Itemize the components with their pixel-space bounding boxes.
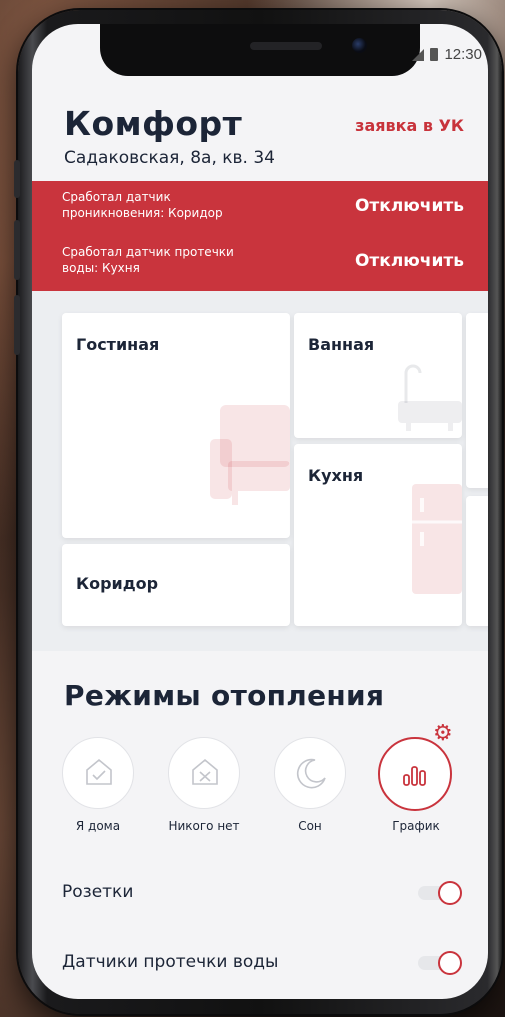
app-screen: 12:30 Комфорт Садаковская, 8а, кв. 34 за… <box>32 24 488 999</box>
volume-up-button <box>14 220 20 280</box>
toggle-knob <box>438 951 462 975</box>
room-tile-bath[interactable]: Ванная <box>294 313 462 438</box>
armchair-icon <box>210 405 290 505</box>
signal-icon <box>412 48 425 61</box>
alert-item: Сработал датчик протечки воды: Кухня Отк… <box>32 236 488 291</box>
disable-alert-button[interactable]: Отключить <box>355 251 464 271</box>
heating-modes-title: Режимы отопления <box>64 679 385 712</box>
disable-alert-button[interactable]: Отключить <box>355 196 464 216</box>
room-label: Гостиная <box>76 335 160 354</box>
toggle-label: Датчики протечки воды <box>62 952 279 972</box>
mode-label: График <box>392 819 440 833</box>
mode-label: Никого нет <box>168 819 240 833</box>
mode-label: Сон <box>298 819 322 833</box>
room-tile-kitchen[interactable]: Кухня <box>294 444 462 626</box>
camera <box>352 38 367 53</box>
room-tile-corridor[interactable]: Коридор <box>62 544 290 626</box>
fridge-icon <box>412 484 462 594</box>
room-label: Коридор <box>76 574 159 593</box>
room-tile-living[interactable]: Гостиная <box>62 313 290 538</box>
toggle-label: Розетки <box>62 882 134 902</box>
schedule-chart-icon <box>403 766 426 786</box>
uk-request-link[interactable]: заявка в УК <box>355 116 464 135</box>
notch <box>100 24 420 76</box>
page-title: Комфорт <box>64 104 243 143</box>
battery-icon <box>430 48 439 61</box>
room-label: Кухня <box>308 466 364 485</box>
volume-down-button <box>14 295 20 355</box>
moon-icon <box>296 758 326 789</box>
sockets-toggle[interactable] <box>418 881 462 905</box>
mode-home-button[interactable] <box>62 737 134 809</box>
status-time: 12:30 <box>444 46 482 63</box>
rooms-grid: Гостиная Ванная Кухня Коридор <box>32 291 488 651</box>
alert-text: Сработал датчик протечки воды: Кухня <box>62 245 234 275</box>
home-x-icon <box>192 758 218 785</box>
address: Садаковская, 8а, кв. 34 <box>64 148 275 168</box>
toggle-knob <box>438 881 462 905</box>
alert-item: Сработал датчик проникновения: Коридор О… <box>32 181 488 236</box>
alerts-panel: Сработал датчик проникновения: Коридор О… <box>32 181 488 291</box>
status-bar: 12:30 <box>412 46 482 63</box>
room-tile-partial[interactable] <box>466 313 488 488</box>
home-check-icon <box>86 758 112 785</box>
mute-switch <box>14 160 20 198</box>
bathtub-icon <box>398 364 462 431</box>
toggle-row-leak-sensors: Датчики протечки воды <box>32 934 488 994</box>
speaker <box>250 42 322 50</box>
mode-sleep-button[interactable] <box>274 737 346 809</box>
mode-away-button[interactable] <box>168 737 240 809</box>
room-label: Ванная <box>308 335 375 354</box>
alert-text: Сработал датчик проникновения: Коридор <box>62 190 223 220</box>
toggle-row-sockets: Розетки <box>32 864 488 924</box>
leak-sensors-toggle[interactable] <box>418 951 462 975</box>
mode-schedule-button[interactable] <box>378 737 452 811</box>
room-tile-partial[interactable] <box>466 496 488 626</box>
mode-label: Я дома <box>75 819 121 833</box>
